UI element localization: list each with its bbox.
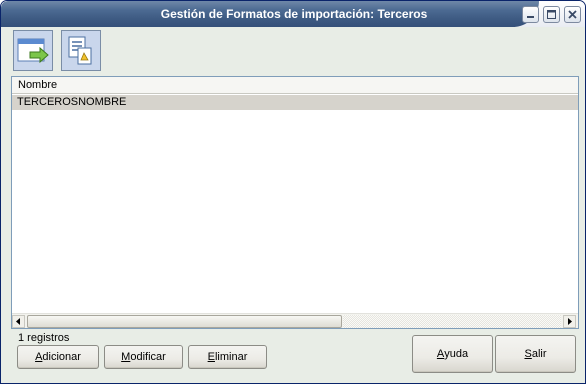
minimize-icon xyxy=(527,16,534,18)
exit-button[interactable]: Salir xyxy=(495,335,576,373)
arrow-right-icon xyxy=(568,318,572,325)
add-button[interactable]: Adicionar xyxy=(17,345,99,369)
scroll-right-button[interactable] xyxy=(563,315,576,328)
document-edit-icon xyxy=(68,36,92,64)
dialog-window: Gestión de Formatos de importación: Terc… xyxy=(0,0,586,384)
delete-button[interactable]: Eliminar xyxy=(188,345,267,369)
modify-button[interactable]: Modificar xyxy=(104,345,183,369)
column-header-nombre[interactable]: Nombre xyxy=(18,79,57,91)
help-button[interactable]: Ayuda xyxy=(412,335,493,373)
scroll-thumb[interactable] xyxy=(27,315,342,328)
maximize-button[interactable] xyxy=(543,6,560,23)
window-title: Gestión de Formatos de importación: Terc… xyxy=(160,7,428,21)
grid-header: Nombre xyxy=(12,77,578,94)
close-button[interactable] xyxy=(564,6,581,23)
close-icon xyxy=(568,10,577,19)
scroll-left-button[interactable] xyxy=(12,315,25,328)
scroll-track[interactable] xyxy=(343,315,561,328)
records-grid[interactable]: Nombre TERCEROSNOMBRE xyxy=(11,76,579,329)
horizontal-scrollbar[interactable] xyxy=(12,313,578,328)
window-arrow-icon xyxy=(17,38,49,63)
format-details-button[interactable] xyxy=(61,30,101,71)
minimize-button[interactable] xyxy=(522,6,539,23)
import-format-button[interactable] xyxy=(13,30,53,71)
title-bar[interactable]: Gestión de Formatos de importación: Terc… xyxy=(1,1,585,27)
row-cell-nombre: TERCEROSNOMBRE xyxy=(17,96,127,108)
arrow-left-icon xyxy=(16,318,20,325)
maximize-icon xyxy=(547,10,556,19)
table-row[interactable]: TERCEROSNOMBRE xyxy=(12,95,578,110)
record-count: 1 registros xyxy=(18,332,70,344)
